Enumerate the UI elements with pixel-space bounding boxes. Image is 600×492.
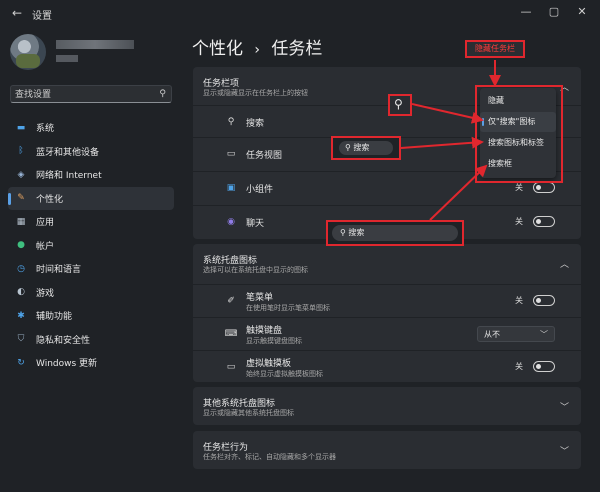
tray-icons-card: 系统托盘图标 选择可以在系统托盘中显示的图标 ︿ ✐ 笔菜单 在使用笔时显示笔菜… — [193, 244, 581, 382]
chevron-down-icon[interactable]: ﹀ — [560, 400, 569, 413]
avatar[interactable] — [10, 34, 46, 70]
chevron-down-icon: ﹀ — [540, 330, 548, 339]
monitor-icon: ▬ — [16, 122, 26, 133]
pen-menu-toggle[interactable] — [533, 295, 555, 306]
shield-icon: ⛉ — [17, 334, 25, 345]
annotation-search-box-box: ⚲ 搜索 — [326, 220, 464, 246]
row-label: 聊天 — [246, 219, 265, 229]
sidebar-item[interactable]: ● 帐户 — [8, 234, 174, 258]
row-label: 笔菜单 — [246, 293, 274, 303]
sidebar-item[interactable]: ✱ 辅助功能 — [8, 304, 174, 328]
tray-row-touch-keyboard: ⌨ 触摸键盘 显示触摸键盘图标 从不 ﹀ — [193, 317, 581, 349]
title-bar: ← 设置 — ▢ ✕ — [0, 0, 600, 28]
bluetooth-icon: ᛒ — [18, 146, 24, 157]
accessibility-icon: ✱ — [17, 310, 25, 321]
tray-row-pen-menu: ✐ 笔菜单 在使用笔时显示笔菜单图标 关 — [193, 284, 581, 316]
demo-search-button: ⚲ 搜索 — [339, 141, 393, 155]
sidebar-item[interactable]: ◐ 游戏 — [8, 281, 174, 305]
dropdown-value: 从不 — [484, 330, 500, 339]
chat-toggle[interactable] — [533, 216, 555, 227]
gamepad-icon: ◐ — [17, 287, 25, 298]
sidebar-item-label: 隐私和安全性 — [36, 335, 91, 346]
wifi-icon: ◈ — [17, 169, 25, 180]
toggle-state-text: 关 — [515, 183, 523, 192]
sidebar-item[interactable]: ▬ 系统 — [8, 116, 174, 140]
sidebar-item-label: Windows 更新 — [36, 359, 98, 370]
sidebar-item-label: 个性化 — [36, 194, 64, 205]
app-title: 设置 — [32, 11, 52, 22]
brush-icon: ✎ — [17, 193, 25, 204]
toggle-state-text: 关 — [515, 296, 523, 305]
row-subtitle: 始终显示虚拟触摸板图标 — [246, 370, 323, 378]
other-tray-subtitle: 显示或隐藏其他系统托盘图标 — [203, 409, 294, 417]
account-icon: ● — [17, 240, 25, 251]
row-subtitle: 在使用笔时显示笔菜单图标 — [246, 304, 330, 312]
sidebar-item-label: 帐户 — [36, 241, 55, 252]
widgets-toggle[interactable] — [533, 182, 555, 193]
annotation-icon-only-box: ⚲ — [388, 94, 412, 116]
sidebar-nav: ▬ 系统 ᛒ 蓝牙和其他设备 ◈ 网络和 Internet ✎ 个性化 ▦ 应用 ● 帐户 ◷ 时间和语言… — [8, 116, 174, 375]
taskbar-items-subtitle: 显示或隐藏显示在任务栏上的按钮 — [203, 89, 308, 97]
sidebar-item-label: 时间和语言 — [36, 265, 82, 276]
sidebar-item-label: 网络和 Internet — [36, 171, 102, 182]
row-label: 小组件 — [246, 185, 274, 195]
sidebar-item[interactable]: ᛒ 蓝牙和其他设备 — [8, 140, 174, 164]
touch-keyboard-dropdown[interactable]: 从不 ﹀ — [477, 326, 555, 342]
tray-row-virtual-touchpad: ▭ 虚拟触摸板 始终显示虚拟触摸板图标 关 — [193, 350, 581, 382]
sidebar-item[interactable]: ✎ 个性化 — [8, 186, 174, 210]
row-label: 触摸键盘 — [246, 326, 283, 336]
search-icon: ⚲ — [227, 117, 235, 127]
sidebar-item[interactable]: ◈ 网络和 Internet — [8, 163, 174, 187]
close-button[interactable]: ✕ — [571, 3, 593, 21]
sidebar-item-label: 应用 — [36, 218, 55, 229]
annotation-menu-box — [475, 85, 563, 183]
sidebar-item-label: 系统 — [36, 124, 55, 135]
row-label: 任务视图 — [246, 151, 283, 161]
search-icon[interactable]: ⚲ — [159, 89, 166, 99]
sidebar-item[interactable]: ◷ 时间和语言 — [8, 257, 174, 281]
sidebar-item-label: 游戏 — [36, 288, 55, 299]
search-icon: ⚲ — [394, 97, 403, 111]
chat-icon: ◉ — [227, 217, 235, 227]
other-tray-icons-card[interactable]: 其他系统托盘图标 显示或隐藏其他系统托盘图标 ﹀ — [193, 387, 581, 425]
settings-search-box[interactable]: ⚲ — [10, 85, 172, 103]
row-label: 虚拟触摸板 — [246, 359, 292, 369]
sidebar-item[interactable]: ▦ 应用 — [8, 210, 174, 234]
update-icon: ↻ — [17, 357, 25, 368]
apps-icon: ▦ — [16, 216, 26, 227]
sidebar-item[interactable]: ⛉ 隐私和安全性 — [8, 328, 174, 352]
pen-icon: ✐ — [227, 296, 235, 306]
virtual-touchpad-toggle[interactable] — [533, 361, 555, 372]
behaviors-subtitle: 任务栏对齐、标记、自动隐藏和多个显示器 — [203, 453, 336, 461]
widgets-icon: ▣ — [226, 183, 236, 193]
breadcrumb-separator: › — [254, 42, 261, 58]
back-arrow-icon[interactable]: ← — [12, 6, 22, 20]
sidebar-item[interactable]: ↻ Windows 更新 — [8, 351, 174, 375]
breadcrumb: 个性化 › 任务栏 — [192, 34, 322, 59]
settings-search-input[interactable] — [15, 88, 151, 101]
row-label: 搜索 — [246, 119, 265, 129]
sidebar-item-label: 蓝牙和其他设备 — [36, 147, 100, 158]
page-title: 任务栏 — [271, 39, 323, 59]
taskbar-behaviors-card[interactable]: 任务栏行为 任务栏对齐、标记、自动隐藏和多个显示器 ﹀ — [193, 431, 581, 469]
chevron-up-icon[interactable]: ︿ — [560, 257, 569, 270]
row-subtitle: 显示触摸键盘图标 — [246, 337, 302, 345]
annotation-hide-taskbar: 隐藏任务栏 — [465, 40, 525, 58]
toggle-state-text: 关 — [515, 362, 523, 371]
sidebar-item-label: 辅助功能 — [36, 312, 73, 323]
minimize-button[interactable]: — — [515, 3, 537, 21]
touchpad-icon: ▭ — [226, 362, 236, 372]
toggle-state-text: 关 — [515, 217, 523, 226]
breadcrumb-parent[interactable]: 个性化 — [192, 39, 243, 59]
annotation-search-button-box: ⚲ 搜索 — [331, 136, 401, 160]
maximize-button[interactable]: ▢ — [543, 3, 565, 21]
tray-icons-subtitle: 选择可以在系统托盘中显示的图标 — [203, 266, 308, 274]
demo-search-box: ⚲ 搜索 — [332, 225, 458, 241]
user-email-blurred — [56, 55, 78, 62]
keyboard-icon: ⌨ — [224, 329, 238, 339]
chevron-down-icon[interactable]: ﹀ — [560, 444, 569, 457]
task-view-icon: ▭ — [226, 149, 236, 159]
user-name-blurred — [56, 40, 134, 49]
globe-clock-icon: ◷ — [17, 263, 25, 274]
